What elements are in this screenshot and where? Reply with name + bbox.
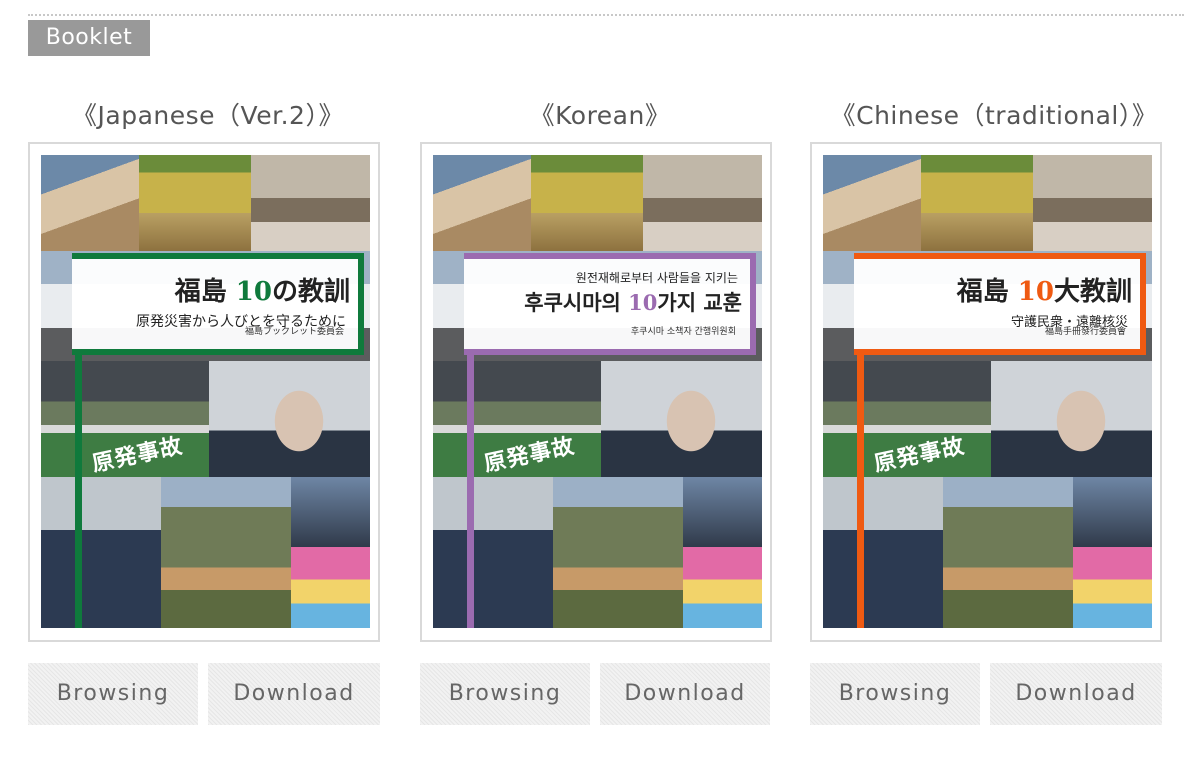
cover-main-title: 후쿠시마의 10가지 교훈	[464, 287, 742, 317]
browsing-button[interactable]: Browsing	[420, 663, 590, 725]
cover-publisher: 福島ブックレット委員会	[244, 327, 344, 337]
cover-title-plate: 福島 10大教訓 守護民衆・遠離核災 福島手冊發行委員會	[854, 253, 1146, 355]
section-heading: Booklet	[28, 20, 150, 56]
download-button[interactable]: Download	[990, 663, 1162, 725]
booklet-cover-link[interactable]: 原発事故 원전재해로부터 사람들을 지키는 후쿠시마의 10가지 교훈 후쿠시마…	[420, 142, 772, 642]
booklet-language-title: 《Japanese（Ver.2）》	[72, 101, 344, 130]
cover-main-title: 福島 10の教訓	[72, 271, 350, 308]
cover-title-suffix: 大教訓	[1053, 277, 1132, 307]
booklet-language-title: 《Korean》	[529, 101, 671, 130]
booklet-cover-link[interactable]: 原発事故 福島 10大教訓 守護民衆・遠離核災 福島手冊發行委員會	[810, 142, 1162, 642]
booklet-cover-image: 原発事故 원전재해로부터 사람들을 지키는 후쿠시마의 10가지 교훈 후쿠시마…	[433, 155, 762, 628]
section-divider	[28, 14, 1184, 16]
cover-publisher: 福島手冊發行委員會	[1044, 327, 1126, 337]
cover-title-number: 10	[235, 277, 272, 307]
booklet-cover-link[interactable]: 原発事故 福島 10の教訓 原発災害から人びとを守るために 福島ブックレット委員…	[28, 142, 380, 642]
booklet-cover-image: 原発事故 福島 10大教訓 守護民衆・遠離核災 福島手冊發行委員會	[823, 155, 1152, 628]
cover-title-prefix: 福島	[174, 277, 236, 307]
cover-title-plate: 원전재해로부터 사람들을 지키는 후쿠시마의 10가지 교훈 후쿠시마 소책자 …	[464, 253, 756, 355]
browsing-button[interactable]: Browsing	[810, 663, 980, 725]
cover-accent-line	[75, 351, 82, 628]
booklet-language-title: 《Chinese（traditional）》	[830, 101, 1158, 130]
cover-title-number: 10	[628, 290, 658, 315]
booklet-cover-image: 原発事故 福島 10の教訓 原発災害から人びとを守るために 福島ブックレット委員…	[41, 155, 370, 628]
cover-title-plate: 福島 10の教訓 原発災害から人びとを守るために 福島ブックレット委員会	[72, 253, 364, 355]
cover-title-prefix: 후쿠시마의	[524, 290, 629, 315]
cover-accent-line	[857, 351, 864, 628]
cover-top-line: 원전재해로부터 사람들을 지키는	[575, 271, 738, 285]
download-button[interactable]: Download	[208, 663, 380, 725]
cover-publisher: 후쿠시마 소책자 간행위원회	[630, 327, 736, 337]
download-button[interactable]: Download	[600, 663, 770, 725]
cover-title-suffix: の教訓	[271, 277, 350, 307]
cover-title-number: 10	[1017, 277, 1054, 307]
cover-accent-line	[467, 351, 474, 628]
cover-main-title: 福島 10大教訓	[854, 271, 1132, 308]
cover-title-prefix: 福島	[956, 277, 1018, 307]
browsing-button[interactable]: Browsing	[28, 663, 198, 725]
cover-title-suffix: 가지 교훈	[657, 290, 742, 315]
